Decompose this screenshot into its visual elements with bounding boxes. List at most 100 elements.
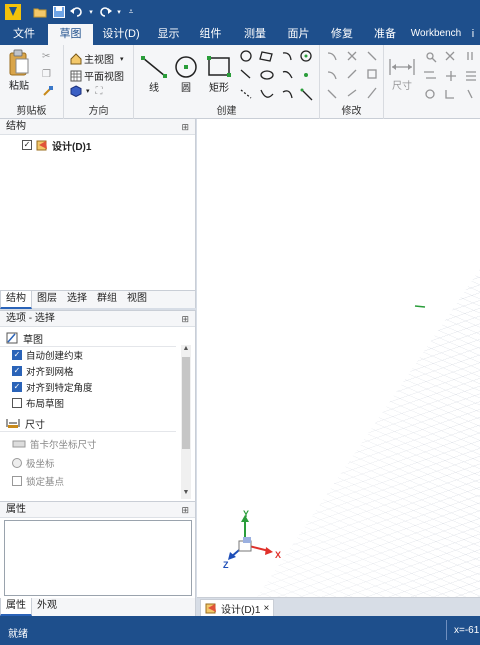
status-bar: 就绪 x=-61	[0, 616, 480, 645]
option-label: 锁定基点	[26, 477, 65, 488]
tab-views[interactable]: 视图	[122, 291, 152, 309]
copy-icon[interactable]: ❐	[42, 69, 51, 80]
tab-sketch[interactable]: 草图	[48, 24, 93, 45]
tab-overflow[interactable]: i	[466, 24, 480, 45]
cut-icon[interactable]: ✂	[42, 51, 50, 62]
home-view-button[interactable]: 主视图 ▾	[70, 51, 124, 66]
structure-panel-header: 结构 ⊞	[0, 119, 195, 135]
customize-icon[interactable]: ⩡	[124, 0, 138, 24]
dimension-button[interactable]: 尺寸	[388, 57, 416, 92]
option-auto-constraints[interactable]: ✓ 自动创建约束	[0, 347, 195, 363]
tab-layers[interactable]: 图层	[32, 291, 62, 309]
tab-file[interactable]: 文件	[0, 24, 48, 45]
properties-tabs: 属性 外观	[0, 598, 196, 616]
panel-tabs: 结构 图层 选择 群组 视图	[0, 290, 196, 309]
clipboard-group: 粘贴 ✂ ❐ 剪贴板	[0, 45, 64, 119]
create-group: 线 圆 矩形 创建	[134, 45, 320, 119]
properties-panel-header: 属性 ⊞	[0, 502, 195, 518]
dimension-section-label: 尺寸	[25, 419, 45, 431]
view-cube-button[interactable]: ▾ ⛶	[70, 85, 103, 97]
pin-icon[interactable]: ⊞	[181, 502, 189, 518]
grid-icon	[70, 70, 82, 81]
design-document-icon	[36, 140, 47, 151]
tab-repair[interactable]: 修复	[320, 24, 364, 45]
option-snap-angle[interactable]: ✓ 对齐到特定角度	[0, 379, 195, 395]
zoom-icon[interactable]: ⛶	[96, 86, 103, 97]
tab-workbench[interactable]: Workbench	[406, 24, 466, 45]
status-text: 就绪	[8, 629, 28, 640]
paste-label: 粘贴	[9, 81, 29, 92]
layout-sketch-checkbox[interactable]	[12, 398, 22, 408]
tab-properties[interactable]: 属性	[0, 598, 32, 616]
sketch-section-label: 草图	[23, 334, 43, 346]
line-tool-icon	[141, 56, 167, 78]
tab-groups[interactable]: 群组	[92, 291, 122, 309]
save-icon[interactable]	[50, 0, 68, 24]
structure-title: 结构	[6, 121, 26, 132]
dimension-section-header[interactable]: 尺寸	[0, 415, 176, 432]
undo-dropdown-icon[interactable]: ▾	[86, 0, 96, 24]
close-icon[interactable]: ×	[263, 603, 269, 614]
tree-item-design[interactable]: ✓ 设计(D)1	[22, 137, 195, 153]
visibility-checkbox[interactable]: ✓	[22, 140, 32, 150]
polar-radio[interactable]	[12, 458, 22, 468]
lock-base-checkbox[interactable]	[12, 476, 22, 486]
paste-button[interactable]: 粘贴	[8, 49, 30, 92]
rectangle-label: 矩形	[209, 83, 229, 94]
option-cartesian[interactable]: 笛卡尔坐标尺寸	[0, 436, 195, 452]
home-view-label: 主视图	[84, 55, 114, 66]
option-layout-sketch[interactable]: 布局草图	[0, 395, 195, 411]
scroll-thumb[interactable]	[182, 357, 190, 449]
document-tab[interactable]: 设计(D)1 ×	[200, 599, 275, 616]
plan-view-button[interactable]: 平面视图	[70, 68, 124, 83]
dimension-group: 尺寸	[384, 45, 480, 119]
line-button[interactable]: 线	[140, 55, 168, 94]
tab-assembly[interactable]: 组件	[188, 24, 233, 45]
option-label: 笛卡尔坐标尺寸	[30, 440, 97, 451]
format-painter-icon[interactable]	[42, 85, 54, 97]
undo-icon[interactable]	[68, 0, 86, 24]
tab-display[interactable]: 显示	[149, 24, 188, 45]
snap-grid-checkbox[interactable]: ✓	[12, 366, 22, 376]
rectangle-tool-icon	[207, 56, 231, 77]
redo-icon[interactable]	[96, 0, 114, 24]
tab-facets[interactable]: 面片	[277, 24, 320, 45]
tab-prepare[interactable]: 准备	[364, 24, 406, 45]
tab-structure[interactable]: 结构	[0, 291, 32, 309]
pin-icon[interactable]: ⊞	[181, 311, 189, 327]
rectangle-button[interactable]: 矩形	[206, 55, 232, 94]
option-label: 对齐到网格	[26, 367, 74, 378]
scroll-down-icon[interactable]: ▼	[181, 489, 191, 499]
sketch-icon	[6, 332, 18, 344]
app-logo[interactable]	[0, 0, 22, 24]
design-canvas[interactable]: Y X Z	[197, 119, 480, 597]
line-label: 线	[149, 83, 159, 94]
constraint-tools-grid[interactable]	[422, 50, 480, 102]
pin-icon[interactable]: ⊞	[181, 119, 189, 135]
plan-view-label: 平面视图	[84, 72, 124, 83]
tab-design[interactable]: 设计(D)	[93, 24, 149, 45]
open-folder-icon[interactable]	[30, 0, 50, 24]
properties-grid	[4, 520, 192, 596]
options-panel: 选项 - 选择 ⊞ 草图 ✓ 自动创建约束 ✓ 对齐到网格 ✓ 对齐到特定角度 …	[0, 310, 196, 501]
option-lock-base[interactable]: 锁定基点	[0, 473, 195, 489]
snap-angle-checkbox[interactable]: ✓	[12, 382, 22, 392]
sketch-tools-grid[interactable]	[238, 50, 318, 104]
sketch-section-header[interactable]: 草图	[0, 330, 176, 347]
auto-constraints-checkbox[interactable]: ✓	[12, 350, 22, 360]
properties-title: 属性	[6, 504, 26, 515]
tab-appearance[interactable]: 外观	[32, 598, 62, 616]
ribbon-tabs: 文件 草图 设计(D) 显示 组件 测量 面片 修复 准备 Workbench …	[0, 24, 480, 45]
dimension-icon	[389, 59, 415, 75]
option-polar[interactable]: 极坐标	[0, 455, 195, 471]
origin-marker	[414, 305, 426, 308]
cursor-coordinate: x=-61	[454, 625, 480, 636]
tab-selection[interactable]: 选择	[62, 291, 92, 309]
options-scrollbar[interactable]: ▲ ▼	[181, 345, 191, 499]
circle-button[interactable]: 圆	[174, 55, 198, 94]
modify-tools-grid[interactable]	[326, 50, 380, 102]
scroll-up-icon[interactable]: ▲	[181, 345, 191, 355]
redo-dropdown-icon[interactable]: ▾	[114, 0, 124, 24]
tab-measure[interactable]: 测量	[233, 24, 277, 45]
option-snap-grid[interactable]: ✓ 对齐到网格	[0, 363, 195, 379]
